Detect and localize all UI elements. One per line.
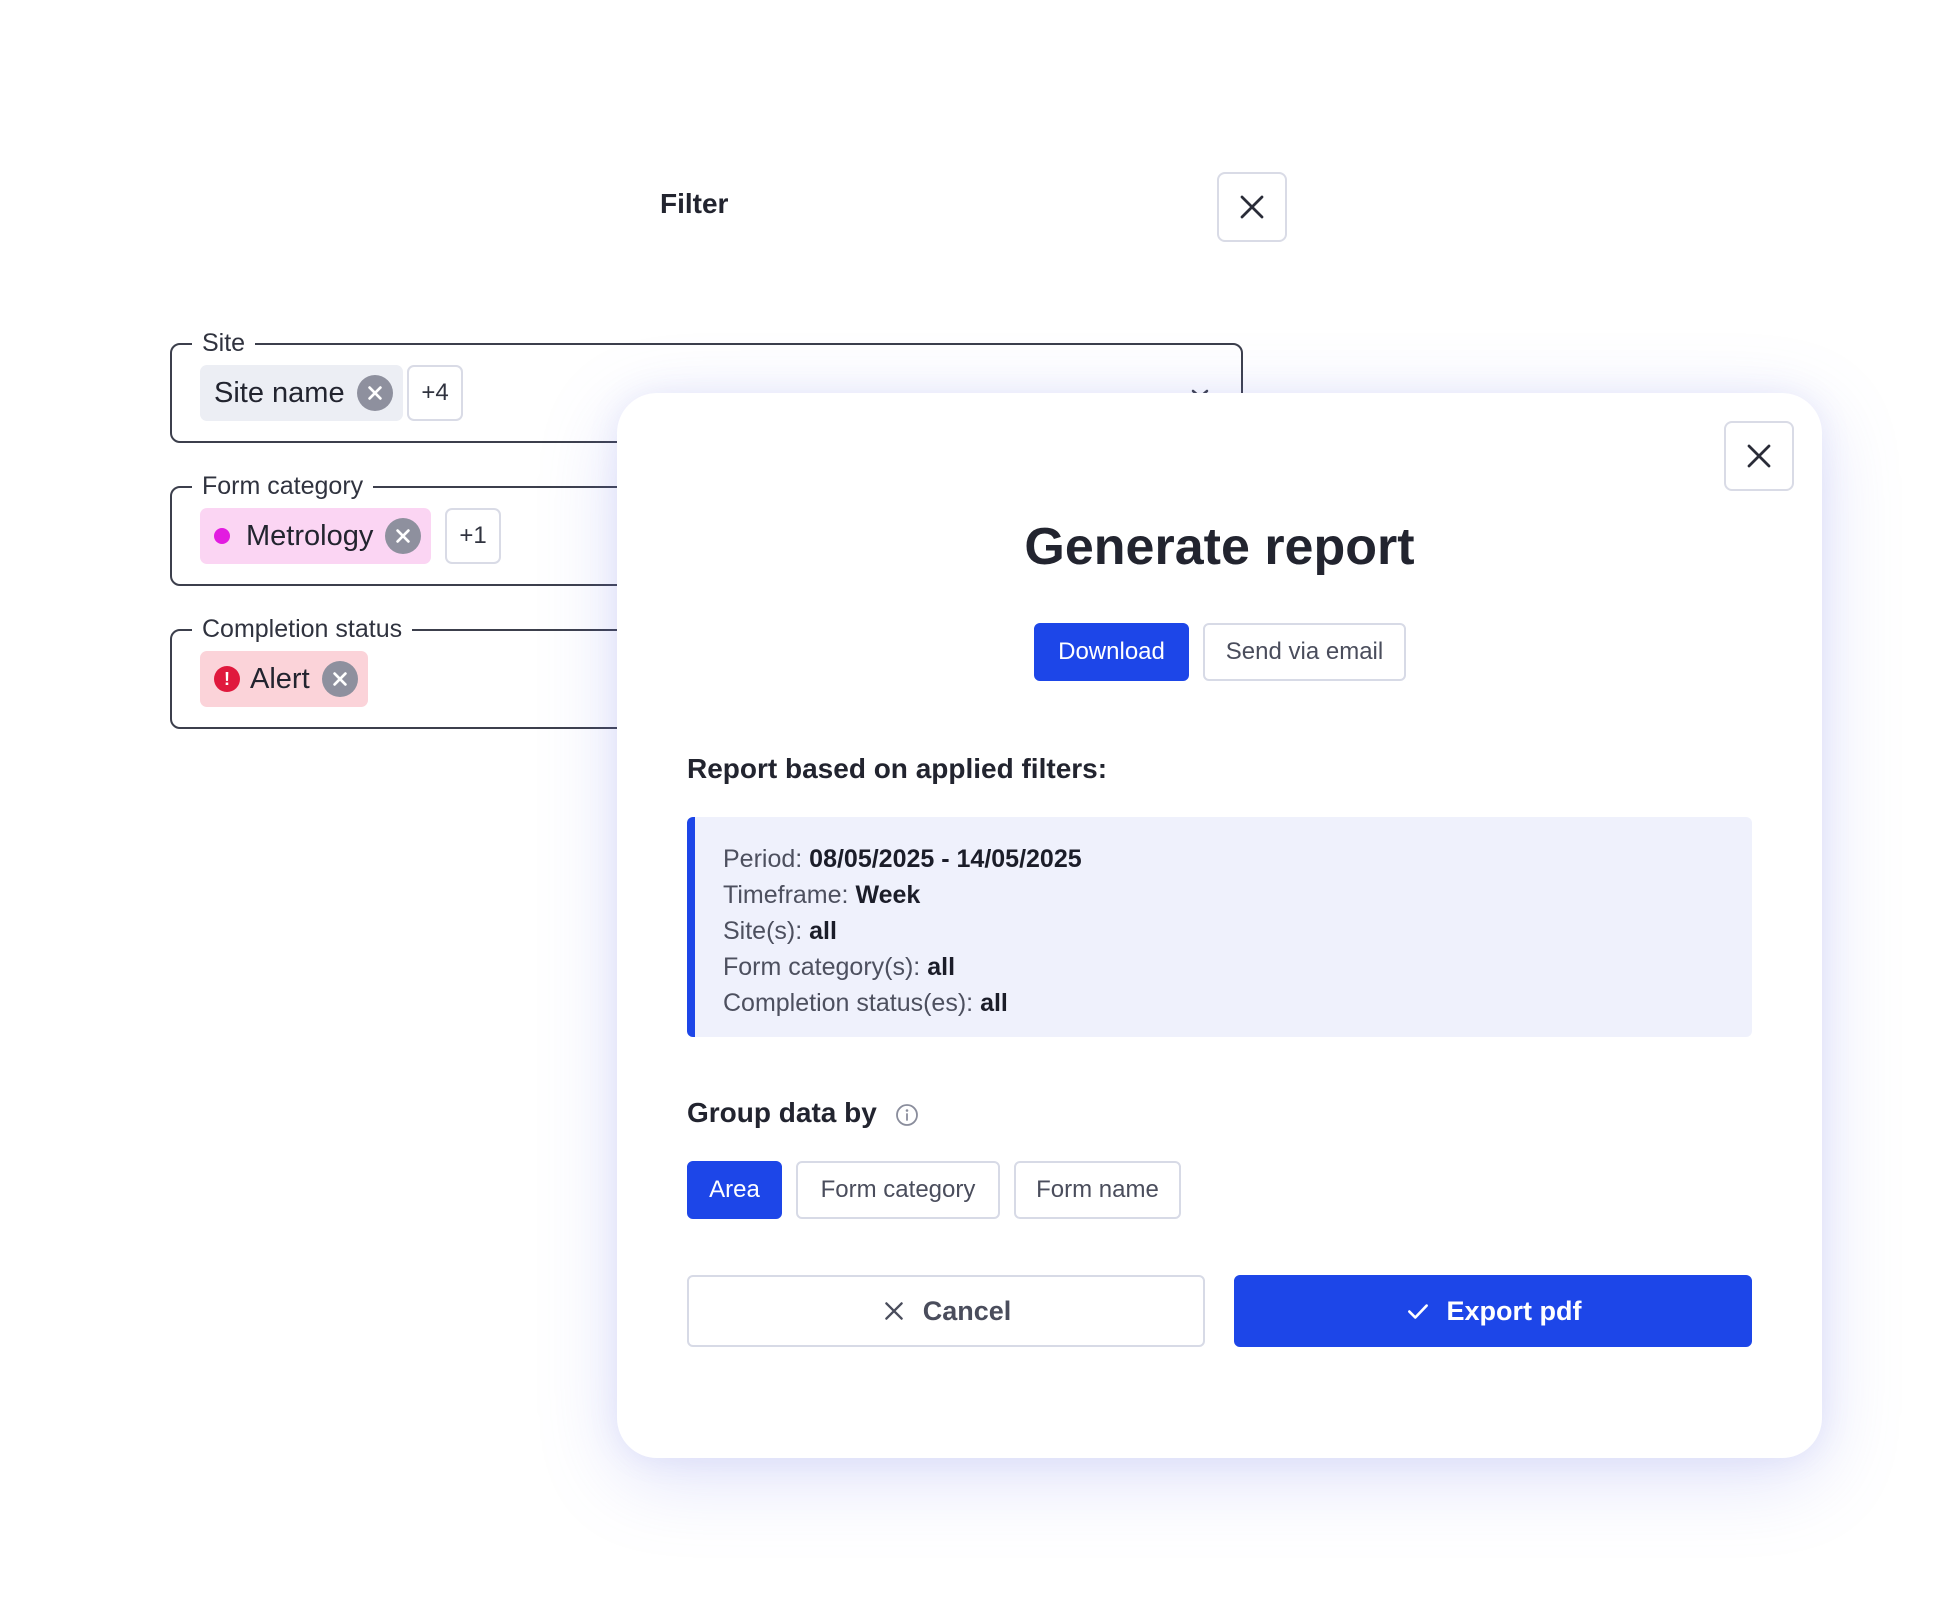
group-by-heading: Group data by [687,1097,919,1129]
close-icon [1240,195,1264,219]
form-category-more-count[interactable]: +1 [445,508,501,564]
form-category-field-label: Form category [192,468,374,504]
download-tab[interactable]: Download [1034,623,1189,681]
modal-close-button[interactable] [1724,421,1794,491]
group-by-label: Group data by [687,1097,877,1128]
info-icon[interactable] [895,1103,919,1127]
summary-period: Period: 08/05/2025 - 14/05/2025 [723,845,1082,873]
summary-completion-status: Completion status(es): all [723,989,1008,1017]
site-field-label: Site [192,325,256,361]
alert-icon: ! [214,666,240,692]
remove-chip-icon[interactable] [356,375,393,411]
export-pdf-button[interactable]: Export pdf [1234,1275,1752,1347]
group-by-form-name-button[interactable]: Form name [1014,1161,1181,1219]
site-chip-label: Site name [214,376,345,409]
close-icon [1747,444,1771,468]
modal-title: Generate report [1024,518,1415,576]
filter-title: Filter [660,188,729,219]
metrology-chip: Metrology [200,508,432,564]
cancel-button[interactable]: Cancel [687,1275,1205,1347]
site-more-count[interactable]: +4 [407,365,463,421]
category-color-dot [214,528,230,544]
alert-chip: ! Alert [200,651,368,707]
export-pdf-button-label: Export pdf [1446,1295,1582,1326]
generate-report-modal: Generate report Download Send via email … [617,393,1822,1458]
summary-timeframe: Timeframe: Week [723,881,921,909]
site-chip: Site name [200,365,403,421]
remove-chip-icon[interactable] [321,661,358,697]
cancel-button-label: Cancel [922,1295,1012,1326]
group-by-form-category-button[interactable]: Form category [796,1161,1000,1219]
summary-form-category: Form category(s): all [723,953,956,981]
summary-sites: Site(s): all [723,917,837,945]
group-by-area-button[interactable]: Area [687,1161,782,1219]
check-icon [1407,1304,1428,1319]
completion-status-field-label: Completion status [192,611,413,647]
remove-chip-icon[interactable] [385,518,422,554]
filters-heading: Report based on applied filters: [687,753,1108,784]
metrology-chip-label: Metrology [246,519,374,552]
filter-close-button[interactable] [1217,172,1287,242]
send-via-email-tab[interactable]: Send via email [1203,623,1406,681]
applied-filters-summary: Period: 08/05/2025 - 14/05/2025 Timefram… [687,817,1752,1037]
screen: Filter Site Site name +4 Form category M… [0,0,1960,1600]
alert-chip-label: Alert [250,662,310,695]
close-icon [884,1302,903,1320]
